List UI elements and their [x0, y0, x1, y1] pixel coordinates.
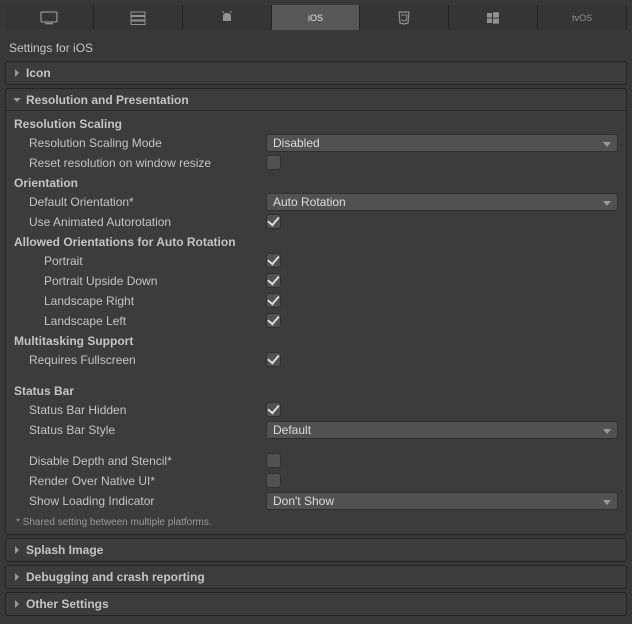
panel-debugging-title: Debugging and crash reporting	[26, 570, 205, 584]
chevron-down-icon	[603, 195, 611, 209]
shared-settings-footnote: * Shared setting between multiple platfo…	[14, 511, 618, 528]
panel-splash: Splash Image	[5, 538, 627, 562]
checkbox-reset-on-resize[interactable]	[266, 155, 281, 170]
tab-standalone[interactable]	[5, 5, 94, 30]
dropdown-status-bar-style[interactable]: Default	[266, 421, 618, 439]
label-disable-depth-stencil: Disable Depth and Stencil*	[14, 454, 266, 468]
panel-resolution-title: Resolution and Presentation	[26, 93, 189, 107]
checkbox-use-animated-autorotation[interactable]	[266, 214, 281, 229]
label-show-loading-indicator: Show Loading Indicator	[14, 494, 266, 508]
label-use-animated-autorotation: Use Animated Autorotation	[14, 215, 266, 229]
chevron-down-icon	[603, 494, 611, 508]
panel-icon: Icon	[5, 61, 627, 85]
section-resolution-scaling: Resolution Scaling	[14, 117, 618, 131]
chevron-right-icon	[12, 572, 22, 582]
panel-splash-title: Splash Image	[26, 543, 103, 557]
checkbox-render-over-native-ui[interactable]	[266, 473, 281, 488]
tvos-tab-label: tvOS	[572, 13, 592, 23]
ios-tab-label: iOS	[308, 13, 323, 23]
checkbox-requires-fullscreen[interactable]	[266, 352, 281, 367]
dropdown-show-loading-indicator[interactable]: Don't Show	[266, 492, 618, 510]
label-portrait-upside-down: Portrait Upside Down	[14, 274, 266, 288]
dropdown-value: Disabled	[273, 136, 320, 150]
dropdown-value: Don't Show	[273, 494, 334, 508]
panel-other: Other Settings	[5, 592, 627, 616]
tab-android[interactable]	[183, 5, 272, 30]
label-landscape-left: Landscape Left	[14, 314, 266, 328]
label-status-bar-style: Status Bar Style	[14, 423, 266, 437]
chevron-down-icon	[12, 95, 22, 105]
android-icon	[220, 11, 234, 25]
panel-debugging: Debugging and crash reporting	[5, 565, 627, 589]
dropdown-resolution-scaling-mode[interactable]: Disabled	[266, 134, 618, 152]
chevron-down-icon	[603, 423, 611, 437]
label-default-orientation: Default Orientation*	[14, 195, 266, 209]
panel-other-header[interactable]: Other Settings	[6, 593, 626, 615]
label-portrait: Portrait	[14, 254, 266, 268]
panel-other-title: Other Settings	[26, 597, 109, 611]
checkbox-landscape-left[interactable]	[266, 313, 281, 328]
tab-server[interactable]	[94, 5, 183, 30]
checkbox-landscape-right[interactable]	[266, 293, 281, 308]
panel-debugging-header[interactable]: Debugging and crash reporting	[6, 566, 626, 588]
dropdown-value: Default	[273, 423, 311, 437]
chevron-right-icon	[12, 599, 22, 609]
panel-icon-header[interactable]: Icon	[6, 62, 626, 84]
settings-title: Settings for iOS	[5, 38, 627, 61]
dropdown-value: Auto Rotation	[273, 195, 346, 209]
tab-windows[interactable]	[449, 5, 538, 30]
monitor-icon	[40, 11, 58, 25]
chevron-right-icon	[12, 545, 22, 555]
label-requires-fullscreen: Requires Fullscreen	[14, 353, 266, 367]
html5-icon	[398, 11, 410, 25]
chevron-right-icon	[12, 68, 22, 78]
checkbox-portrait-upside-down[interactable]	[266, 273, 281, 288]
label-reset-on-resize: Reset resolution on window resize	[14, 156, 266, 170]
label-landscape-right: Landscape Right	[14, 294, 266, 308]
panel-icon-title: Icon	[26, 66, 51, 80]
checkbox-disable-depth-stencil[interactable]	[266, 453, 281, 468]
dropdown-default-orientation[interactable]: Auto Rotation	[266, 193, 618, 211]
windows-icon	[486, 11, 500, 25]
tab-ios[interactable]: iOS	[272, 5, 361, 30]
label-resolution-scaling-mode: Resolution Scaling Mode	[14, 136, 266, 150]
tab-webgl[interactable]	[360, 5, 449, 30]
panel-splash-header[interactable]: Splash Image	[6, 539, 626, 561]
section-allowed-orientations: Allowed Orientations for Auto Rotation	[14, 235, 618, 249]
checkbox-portrait[interactable]	[266, 253, 281, 268]
panel-resolution-header[interactable]: Resolution and Presentation	[6, 89, 626, 111]
checkbox-status-bar-hidden[interactable]	[266, 402, 281, 417]
tab-tvos[interactable]: tvOS	[538, 5, 627, 30]
label-status-bar-hidden: Status Bar Hidden	[14, 403, 266, 417]
label-render-over-native-ui: Render Over Native UI*	[14, 474, 266, 488]
chevron-down-icon	[603, 136, 611, 150]
panel-resolution: Resolution and Presentation Resolution S…	[5, 88, 627, 535]
section-status-bar: Status Bar	[14, 384, 618, 398]
platform-tab-bar: iOS tvOS	[5, 5, 627, 30]
server-icon	[130, 11, 146, 25]
section-orientation: Orientation	[14, 176, 618, 190]
section-multitasking: Multitasking Support	[14, 334, 618, 348]
